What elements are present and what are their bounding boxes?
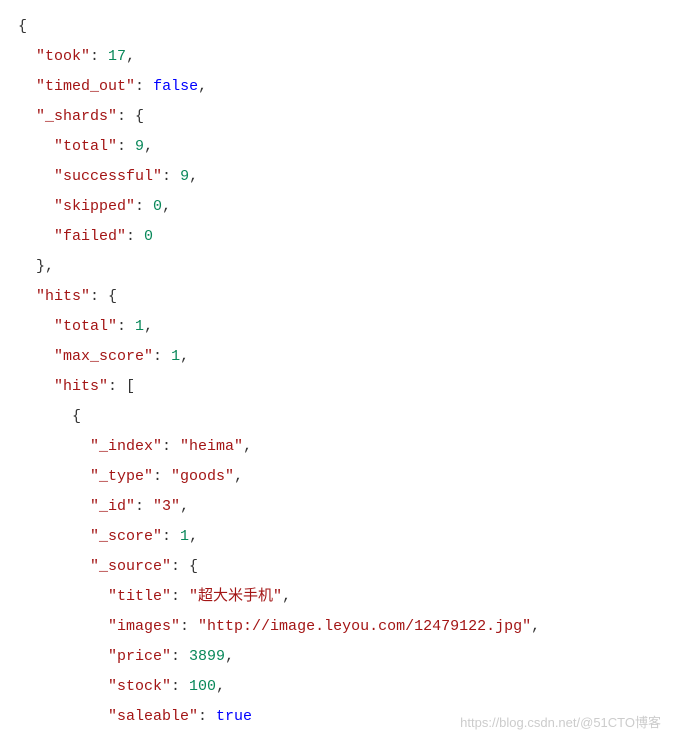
key-score: "_score" [90, 528, 162, 545]
value-shards-skipped: 0 [153, 198, 162, 215]
value-price: 3899 [189, 648, 225, 665]
key-stock: "stock" [108, 678, 171, 695]
value-shards-failed: 0 [144, 228, 153, 245]
key-shards-failed: "failed" [54, 228, 126, 245]
key-shards-successful: "successful" [54, 168, 162, 185]
key-hits-total: "total" [54, 318, 117, 335]
key-hits-max-score: "max_score" [54, 348, 153, 365]
value-images: "http://image.leyou.com/12479122.jpg" [198, 618, 531, 635]
value-timed-out: false [153, 78, 198, 95]
value-shards-total: 9 [135, 138, 144, 155]
key-source: "_source" [90, 558, 171, 575]
key-shards: "_shards" [36, 108, 117, 125]
key-id: "_id" [90, 498, 135, 515]
value-score: 1 [180, 528, 189, 545]
key-price: "price" [108, 648, 171, 665]
value-hits-total: 1 [135, 318, 144, 335]
value-shards-successful: 9 [180, 168, 189, 185]
value-title: "超大米手机" [189, 588, 282, 605]
key-index: "_index" [90, 438, 162, 455]
key-type: "_type" [90, 468, 153, 485]
key-title: "title" [108, 588, 171, 605]
value-hits-max-score: 1 [171, 348, 180, 365]
value-index: "heima" [180, 438, 243, 455]
value-type: "goods" [171, 468, 234, 485]
value-id: "3" [153, 498, 180, 515]
value-saleable: true [216, 708, 252, 725]
key-hits: "hits" [36, 288, 90, 305]
key-images: "images" [108, 618, 180, 635]
key-took: "took" [36, 48, 90, 65]
key-saleable: "saleable" [108, 708, 198, 725]
key-hits-array: "hits" [54, 378, 108, 395]
value-stock: 100 [189, 678, 216, 695]
key-shards-skipped: "skipped" [54, 198, 135, 215]
value-took: 17 [108, 48, 126, 65]
key-timed-out: "timed_out" [36, 78, 135, 95]
key-shards-total: "total" [54, 138, 117, 155]
json-code-block: { "took": 17, "timed_out": false, "_shar… [18, 12, 655, 732]
